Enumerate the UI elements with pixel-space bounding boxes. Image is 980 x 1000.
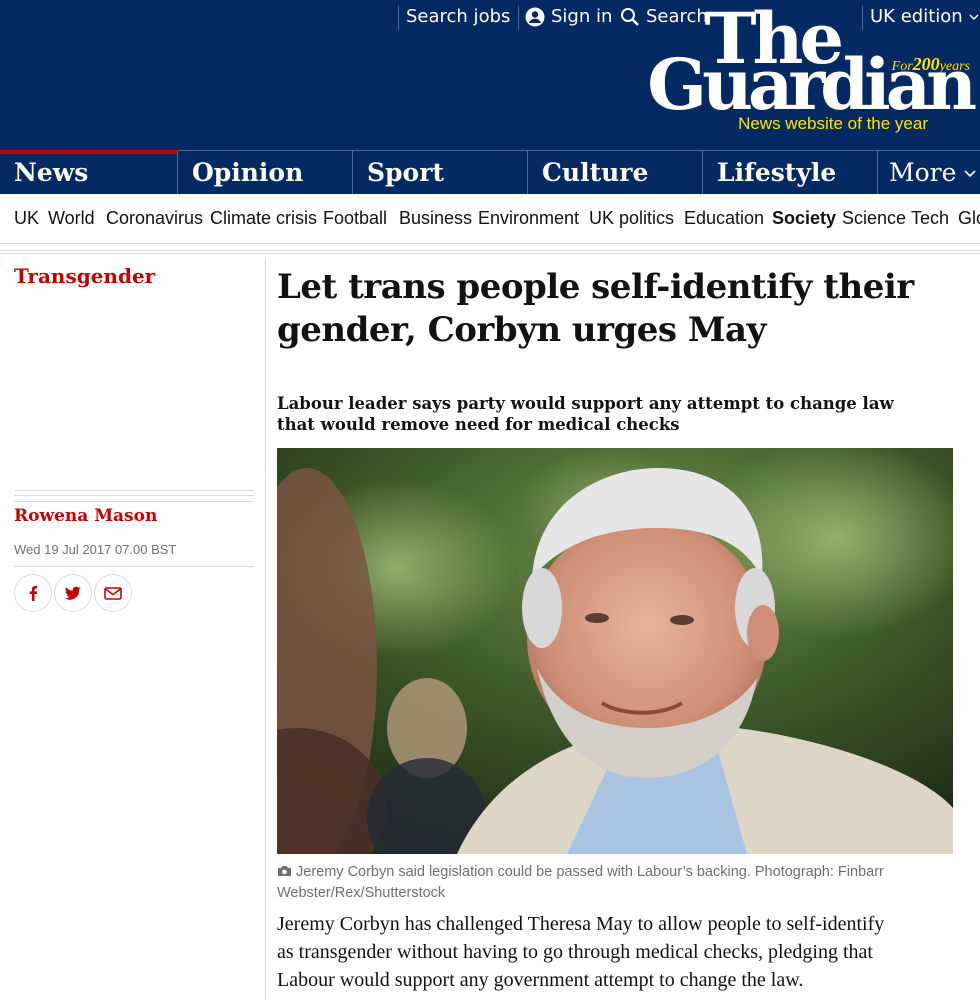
subnav-item-tech[interactable]: Tech [911,208,949,229]
search-icon [621,7,639,26]
subnav-item-education[interactable]: Education [684,208,764,229]
caption-line: Webster/Rex/Shutterstock [277,885,446,901]
search-jobs-link[interactable]: Search jobs [406,6,510,27]
headline-line: Let trans people self-identify their [277,267,914,307]
body-line: Jeremy Corbyn has challenged Theresa May… [277,913,885,935]
pillar-label: News [14,158,89,187]
article-main-photo [277,448,953,854]
share-email-button[interactable] [94,574,132,612]
sub-nav: UK World Coronavirus Climate crisis Foot… [0,194,980,244]
subnav-item-uk-politics[interactable]: UK politics [589,208,674,229]
camera-icon [278,866,291,876]
masthead: Search jobs Sign in Search UK edition Th… [0,0,980,150]
user-icon [525,7,545,26]
pillar-sport[interactable]: Sport [352,151,528,195]
subnav-item-climate-crisis[interactable]: Climate crisis [210,208,317,229]
logo-years-number: 200 [912,54,940,74]
guardian-logo[interactable]: The Guardian For200years News website of… [647,4,977,134]
subnav-item-coronavirus[interactable]: Coronavirus [106,208,203,229]
body-line: as transgender without having to go thro… [277,941,873,963]
pillar-opinion[interactable]: Opinion [177,151,353,195]
pillar-culture[interactable]: Culture [527,151,703,195]
subnav-item-uk[interactable]: UK [14,208,39,229]
article-standfirst: Labour leader says party would support a… [277,393,897,435]
standfirst-line: that would remove need for medical check… [277,415,680,434]
article-body: Jeremy Corbyn has challenged Theresa May… [277,910,957,994]
logo-tagline: News website of the year [738,114,928,133]
caption-line: Jeremy Corbyn said legislation could be … [296,864,884,880]
headline-line: gender, Corbyn urges May [277,310,766,350]
facebook-icon [29,586,38,601]
subnav-item-world[interactable]: World [48,208,95,229]
pillar-lifestyle[interactable]: Lifestyle [702,151,878,195]
byline-rules [14,490,254,502]
subnav-item-science[interactable]: Science [842,208,906,229]
share-facebook-button[interactable] [14,574,52,612]
divider [398,6,399,30]
logo-anniversary: For200years [892,54,970,75]
logo-years-text: years [939,59,970,74]
divider [518,6,519,30]
chevron-down-icon [964,170,976,178]
publish-date: Wed 19 Jul 2017 07.00 BST [14,542,177,557]
pillar-label: Opinion [192,158,304,187]
pillar-label: Culture [542,158,649,187]
subnav-item-global[interactable]: Glo [958,208,980,229]
section-rule [0,250,980,254]
column-divider [265,258,266,1000]
photo-caption: Jeremy Corbyn said legislation could be … [277,862,937,904]
search-jobs-label: Search jobs [406,6,511,27]
sign-in-link[interactable]: Sign in [525,6,612,27]
pillar-more[interactable]: More [877,151,980,195]
email-icon [104,586,122,600]
article-headline: Let trans people self-identify their gen… [277,266,917,352]
subnav-item-society[interactable]: Society [772,208,836,229]
subnav-item-environment[interactable]: Environment [478,208,579,229]
section-label-transgender[interactable]: Transgender [14,264,155,288]
meta-divider [14,566,254,567]
share-twitter-button[interactable] [54,574,92,612]
standfirst-line: Labour leader says party would support a… [277,394,894,413]
sign-in-label: Sign in [551,6,613,27]
twitter-icon [64,586,81,600]
pillar-news[interactable]: News [0,150,178,195]
body-line: Labour would support any government atte… [277,969,804,991]
logo-for-text: For [891,59,913,74]
author-name[interactable]: Rowena Mason [14,506,157,526]
pillar-label: Lifestyle [717,158,837,187]
pillar-label: Sport [367,158,444,187]
pillar-nav: News Opinion Sport Culture Lifestyle Mor… [0,150,980,195]
pillar-label: More [889,158,957,187]
subnav-item-football[interactable]: Football [323,208,387,229]
subnav-item-business[interactable]: Business [399,208,472,229]
corbyn-portrait-image [277,448,953,854]
